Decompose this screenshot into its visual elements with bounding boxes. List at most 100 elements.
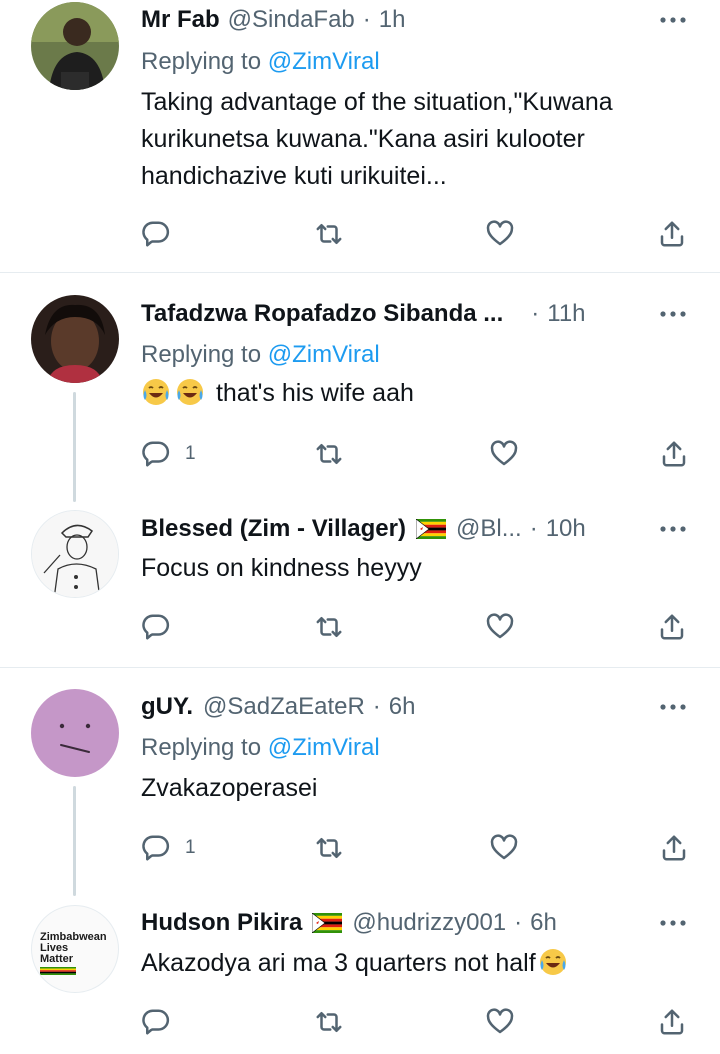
share-icon xyxy=(660,614,684,640)
tweet-4[interactable]: gUY. @SadZaEateR · 6h Replying to @ZimVi… xyxy=(0,668,720,898)
heart-icon xyxy=(486,1008,514,1034)
mention-link[interactable]: @ZimViral xyxy=(268,48,380,75)
zimbabwe-flag-icon xyxy=(312,913,343,933)
like-button[interactable] xyxy=(485,611,515,643)
tweet-1[interactable]: Mr Fab @SindaFab · 1h Replying to @ZimVi… xyxy=(0,0,720,272)
replying-to: Replying to @ZimViral xyxy=(141,48,380,76)
retweet-icon xyxy=(316,838,342,858)
more-options-icon[interactable] xyxy=(656,908,690,938)
mention-link[interactable]: @ZimViral xyxy=(268,734,380,761)
replying-to: Replying to @ZimViral xyxy=(141,341,380,369)
tweet-5[interactable]: Zimbabwean Lives Matter Hudson Pikira @h… xyxy=(0,898,720,1054)
avatar[interactable] xyxy=(31,510,119,598)
tweet-text-container: that's his wife aah xyxy=(141,375,681,412)
more-options-icon[interactable] xyxy=(656,299,690,329)
retweet-icon xyxy=(316,224,342,244)
action-bar xyxy=(141,1006,697,1038)
reply-icon xyxy=(142,1009,170,1035)
share-button[interactable] xyxy=(657,1006,687,1038)
timestamp[interactable]: 6h xyxy=(530,909,557,937)
separator-dot: · xyxy=(531,300,540,327)
reply-button[interactable] xyxy=(141,1006,171,1038)
like-button[interactable] xyxy=(485,218,515,250)
reply-button[interactable] xyxy=(141,611,171,643)
action-bar: 1 xyxy=(141,438,697,470)
reply-count: 1 xyxy=(185,443,196,464)
timestamp[interactable]: 6h xyxy=(389,693,416,721)
separator-dot: · xyxy=(529,515,538,542)
author-handle[interactable]: @SadZaEateR xyxy=(203,693,365,721)
reply-count: 1 xyxy=(185,837,196,858)
author-name[interactable]: Hudson Pikira xyxy=(141,909,302,937)
retweet-icon xyxy=(316,617,342,637)
more-options-icon[interactable] xyxy=(656,692,690,722)
retweet-button[interactable] xyxy=(314,832,344,864)
timestamp[interactable]: 10h xyxy=(546,515,586,543)
avatar[interactable] xyxy=(31,2,119,90)
timestamp[interactable]: 11h xyxy=(547,300,585,328)
heart-icon xyxy=(486,613,514,639)
reply-icon xyxy=(142,221,170,247)
heart-icon xyxy=(490,834,518,860)
tears-of-joy-emoji-icon xyxy=(539,949,566,975)
heart-icon xyxy=(486,220,514,246)
reply-icon xyxy=(142,441,170,467)
tweet-text-container: Akazodya ari ma 3 quarters not half xyxy=(141,945,681,982)
zimbabwe-flag-icon xyxy=(415,519,446,539)
tweet-text: that's his wife aah xyxy=(215,379,414,407)
share-button[interactable] xyxy=(657,218,687,250)
separator-dot: · xyxy=(362,6,371,33)
replying-to-label: Replying to xyxy=(141,734,262,761)
share-icon xyxy=(660,1009,684,1035)
tweet-text: Zvakazoperasei xyxy=(141,774,318,802)
share-icon xyxy=(660,221,684,247)
author-handle[interactable]: @SindaFab xyxy=(228,6,355,34)
action-bar xyxy=(141,218,697,250)
retweet-button[interactable] xyxy=(314,611,344,643)
author-handle[interactable]: @Bl... xyxy=(456,515,522,543)
author-name[interactable]: Mr Fab xyxy=(141,6,220,34)
action-bar: 1 xyxy=(141,832,697,864)
separator-dot: · xyxy=(514,909,523,936)
tweet-2[interactable]: Tafadzwa Ropafadzo Sibanda ... · 11h Rep… xyxy=(0,273,720,503)
retweet-button[interactable] xyxy=(314,1006,344,1038)
share-icon xyxy=(662,441,686,467)
reply-button[interactable] xyxy=(141,218,171,250)
action-bar xyxy=(141,611,697,643)
avatar-text-line: Matter xyxy=(40,953,74,965)
author-handle[interactable]: @hudrizzy001 xyxy=(352,909,506,937)
tweet-text: Akazodya ari ma 3 quarters not half xyxy=(141,949,536,977)
more-options-icon[interactable] xyxy=(656,5,690,35)
avatar[interactable]: Zimbabwean Lives Matter xyxy=(31,905,119,993)
avatar[interactable] xyxy=(31,295,119,383)
like-button[interactable] xyxy=(489,438,519,470)
reply-icon xyxy=(142,614,170,640)
tweet-text: Taking advantage of the situation,"Kuwan… xyxy=(141,88,613,190)
reply-button[interactable]: 1 xyxy=(141,438,196,470)
share-button[interactable] xyxy=(657,611,687,643)
tears-of-joy-emoji-icon xyxy=(143,379,169,405)
like-button[interactable] xyxy=(485,1006,515,1038)
tears-of-joy-emoji-icon xyxy=(177,379,203,405)
timestamp[interactable]: 1h xyxy=(379,6,406,34)
thread-line xyxy=(73,392,76,502)
replying-to-label: Replying to xyxy=(141,341,262,368)
author-name[interactable]: Blessed (Zim - Villager) xyxy=(141,515,406,543)
avatar[interactable] xyxy=(31,689,119,777)
mention-link[interactable]: @ZimViral xyxy=(268,341,380,368)
replying-to: Replying to @ZimViral xyxy=(141,734,380,762)
retweet-button[interactable] xyxy=(314,438,344,470)
more-options-icon[interactable] xyxy=(656,514,690,544)
retweet-icon xyxy=(316,444,342,464)
replying-to-label: Replying to xyxy=(141,48,262,75)
retweet-button[interactable] xyxy=(314,218,344,250)
tweet-3[interactable]: Blessed (Zim - Villager) @Bl... · 10h Fo… xyxy=(0,503,720,667)
reply-button[interactable]: 1 xyxy=(141,832,196,864)
share-icon xyxy=(662,835,686,861)
separator-dot: · xyxy=(372,693,381,720)
share-button[interactable] xyxy=(659,832,689,864)
share-button[interactable] xyxy=(659,438,689,470)
author-name[interactable]: Tafadzwa Ropafadzo Sibanda ... xyxy=(141,300,503,328)
author-name[interactable]: gUY. xyxy=(141,693,193,721)
like-button[interactable] xyxy=(489,832,519,864)
